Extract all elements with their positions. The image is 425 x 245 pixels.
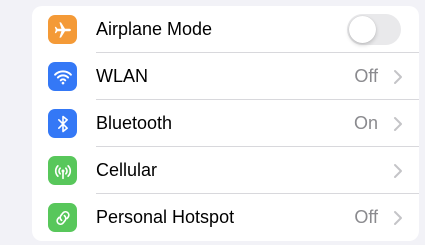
airplane-icon <box>48 15 77 44</box>
wlan-row[interactable]: WLAN Off <box>32 53 419 100</box>
airplane-mode-toggle[interactable] <box>347 14 401 45</box>
hotspot-link-icon <box>48 203 77 232</box>
bluetooth-row[interactable]: Bluetooth On <box>32 100 419 147</box>
airplane-mode-row[interactable]: Airplane Mode <box>32 6 419 53</box>
settings-group: Airplane Mode WLAN Off Bluetooth On Cell… <box>32 6 419 241</box>
cellular-row[interactable]: Cellular <box>32 147 419 194</box>
bluetooth-icon <box>48 109 77 138</box>
wifi-icon <box>48 62 77 91</box>
bluetooth-status: On <box>353 113 378 133</box>
cellular-label: Cellular <box>96 160 158 180</box>
toggle-knob <box>349 16 376 43</box>
bluetooth-label: Bluetooth <box>96 113 173 133</box>
personal-hotspot-label: Personal Hotspot <box>96 207 235 227</box>
chevron-right-icon <box>394 211 402 225</box>
chevron-right-icon <box>394 117 402 131</box>
personal-hotspot-status: Off <box>354 207 378 227</box>
chevron-right-icon <box>394 164 402 178</box>
airplane-mode-label: Airplane Mode <box>96 19 213 39</box>
wlan-status: Off <box>354 66 378 86</box>
chevron-right-icon <box>394 70 402 84</box>
wlan-label: WLAN <box>96 66 149 86</box>
personal-hotspot-row[interactable]: Personal Hotspot Off <box>32 194 419 241</box>
antenna-icon <box>48 156 77 185</box>
